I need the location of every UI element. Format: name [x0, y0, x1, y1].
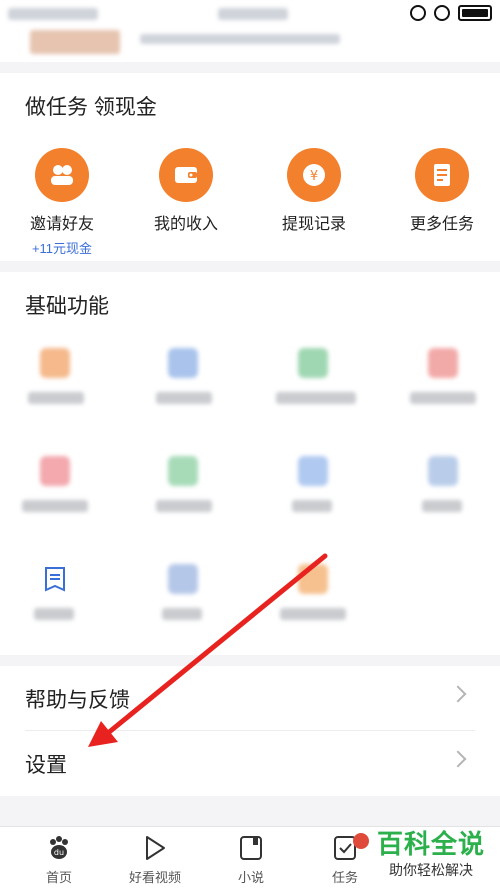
settings-row[interactable]: 设置: [0, 731, 500, 795]
task-my-income[interactable]: 我的收入: [131, 148, 241, 234]
task-section-title: 做任务 领现金: [25, 96, 157, 119]
feature-icon: [168, 456, 198, 486]
carrier-blur: [8, 8, 98, 20]
status-icons: [410, 5, 492, 21]
feature-item[interactable]: [146, 456, 226, 536]
feature-item[interactable]: [146, 348, 226, 428]
wallet-icon: [159, 148, 213, 202]
nav-tab-novel[interactable]: 小说: [203, 833, 299, 886]
menu-card: 帮助与反馈 设置: [0, 666, 500, 796]
chevron-right-icon: [449, 750, 467, 768]
feature-label-blur: [292, 500, 332, 512]
task-label: 邀请好友: [29, 216, 94, 233]
profile-info-blur: [140, 34, 340, 44]
help-feedback-row[interactable]: 帮助与反馈: [0, 666, 500, 731]
feature-item[interactable]: [18, 348, 98, 428]
feature-item[interactable]: [406, 348, 486, 428]
feature-item[interactable]: [276, 564, 356, 644]
task-card: 做任务 领现金 邀请好友 +11元现金 我的收入 ¥ 提现记录 更多任务: [0, 73, 500, 261]
watermark: 百科全说 助你轻松解决: [372, 830, 490, 884]
task-withdraw-record[interactable]: ¥ 提现记录: [259, 148, 369, 234]
feature-label-blur: [280, 608, 346, 620]
nav-label: 小说: [237, 870, 264, 885]
task-reward: +11元现金: [31, 241, 93, 256]
note-icon: [40, 564, 70, 594]
watermark-main: 百科全说: [376, 829, 485, 859]
feature-label-blur: [22, 500, 88, 512]
settings-label: 设置: [25, 754, 67, 777]
feature-item[interactable]: [276, 348, 356, 428]
feature-label-blur: [156, 500, 212, 512]
feature-icon: [298, 564, 328, 594]
nav-label: 好看视频: [128, 870, 181, 885]
feature-label-blur: [422, 500, 462, 512]
nav-tab-video[interactable]: 好看视频: [107, 833, 203, 886]
feature-item[interactable]: [18, 456, 98, 536]
svg-text:¥: ¥: [310, 169, 318, 184]
help-feedback-label: 帮助与反馈: [25, 689, 130, 712]
svg-text:du: du: [54, 848, 64, 857]
feature-item[interactable]: [146, 564, 226, 644]
feature-item[interactable]: [276, 456, 356, 536]
feature-label-blur: [410, 392, 476, 404]
rotation-lock-icon: [410, 5, 426, 21]
task-invite-friends[interactable]: 邀请好友 +11元现金: [7, 148, 117, 257]
feature-item[interactable]: [406, 456, 486, 536]
avatar: [30, 30, 120, 54]
status-bar: [0, 0, 500, 30]
feature-icon: [298, 456, 328, 486]
feature-icon: [428, 348, 458, 378]
feature-label-blur: [162, 608, 202, 620]
feature-label-blur: [34, 608, 74, 620]
task-label: 提现记录: [281, 216, 346, 233]
book-icon: [203, 833, 299, 863]
task-label: 我的收入: [153, 216, 218, 233]
task-label: 更多任务: [409, 216, 474, 233]
play-icon: [107, 833, 203, 863]
feature-label-blur: [28, 392, 84, 404]
feature-item[interactable]: [18, 564, 98, 644]
feature-label-blur: [276, 392, 356, 404]
notification-badge-icon: [353, 833, 369, 849]
feature-icon: [168, 348, 198, 378]
invite-friends-icon: [35, 148, 89, 202]
feature-icon: [428, 456, 458, 486]
profile-strip[interactable]: [0, 30, 500, 62]
feature-label-blur: [156, 392, 212, 404]
feature-icon: [40, 348, 70, 378]
watermark-sub: 助你轻松解决: [389, 862, 473, 878]
basic-section-title: 基础功能: [25, 295, 109, 318]
nav-label: 首页: [45, 870, 72, 885]
basic-functions-card: 基础功能: [0, 272, 500, 655]
time-blur: [218, 8, 288, 20]
nav-tab-home[interactable]: du 首页: [11, 833, 107, 886]
feature-icon: [40, 456, 70, 486]
feature-icon: [298, 348, 328, 378]
withdraw-record-icon: ¥: [287, 148, 341, 202]
battery-icon: [458, 5, 492, 21]
paw-icon: du: [11, 833, 107, 863]
more-tasks-icon: [415, 148, 469, 202]
task-more-tasks[interactable]: 更多任务: [387, 148, 497, 234]
chevron-right-icon: [449, 685, 467, 703]
alarm-icon: [434, 5, 450, 21]
feature-icon: [168, 564, 198, 594]
